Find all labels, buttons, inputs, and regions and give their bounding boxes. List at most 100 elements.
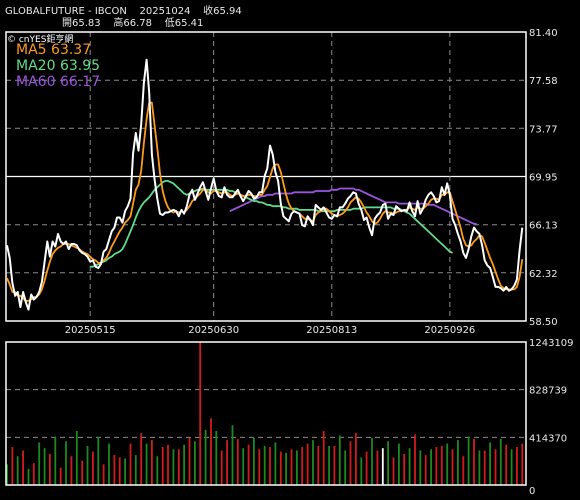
y-tick-label: 69.95	[529, 173, 558, 184]
volume-bar	[414, 434, 416, 485]
volume-bar	[16, 456, 19, 485]
volume-bar	[145, 443, 148, 485]
volume-bar	[269, 447, 271, 485]
volume-bar	[102, 464, 105, 485]
open-price: 開65.83	[62, 18, 101, 29]
volume-bar	[457, 440, 459, 485]
volume-bar	[177, 449, 180, 485]
volume-bar	[483, 450, 486, 485]
volume-bar	[210, 418, 212, 485]
volume-bar	[328, 445, 330, 485]
volume-bar	[473, 439, 475, 485]
volume-bar	[183, 444, 185, 485]
volume-bar	[97, 436, 100, 485]
close-price: 收65.94	[203, 6, 242, 17]
x-tick-label: 20250515	[65, 325, 116, 336]
volume-bar	[355, 433, 357, 485]
volume-bar	[81, 460, 84, 485]
volume-bar	[279, 451, 282, 485]
volume-bar	[296, 450, 298, 485]
low-price: 低65.41	[164, 18, 204, 29]
volume-bar	[521, 443, 524, 485]
legend-ma20: MA20 63.95	[16, 58, 100, 74]
volume-bar	[247, 444, 250, 485]
volume-tick-label: 414370	[529, 433, 567, 444]
legend-ma60: MA60 66.17	[16, 74, 100, 90]
volume-bar	[65, 441, 67, 485]
volume-bar	[376, 450, 379, 485]
volume-bar	[274, 442, 277, 485]
volume-bar	[11, 447, 14, 485]
x-tick-label: 20250926	[424, 325, 475, 336]
volume-bar	[236, 439, 239, 485]
legend-ma20-name: MA20	[16, 58, 56, 74]
volume-bar	[424, 455, 427, 485]
legend-ma60-value: 66.17	[59, 74, 101, 90]
volume-bar	[306, 443, 309, 485]
y-tick-label: 73.77	[529, 124, 558, 135]
y-tick-label: 62.32	[529, 269, 558, 280]
series-line-ma5	[6, 101, 524, 302]
volume-bar	[381, 448, 384, 485]
volume-bar	[322, 430, 325, 485]
volume-bar	[199, 342, 202, 485]
volume-bar	[451, 449, 454, 485]
volume-bar	[129, 443, 132, 485]
volume-bar	[194, 441, 196, 485]
y-tick-label: 58.50	[529, 317, 558, 328]
volume-bar	[92, 451, 94, 485]
legend-ma5-value: 63.37	[51, 42, 92, 58]
volume-bar	[499, 439, 502, 485]
x-tick-label: 20250630	[188, 325, 239, 336]
y-tick-label: 81.40	[529, 28, 558, 39]
volume-bar	[220, 450, 223, 485]
header-line-2: 開65.83 高66.78 低65.41	[62, 14, 203, 29]
volume-bar	[478, 450, 481, 485]
volume-bar	[167, 444, 169, 485]
volume-bar	[440, 445, 443, 485]
volume-bar	[462, 456, 465, 485]
volume-bar	[349, 441, 352, 485]
volume-bar	[430, 449, 432, 485]
volume-bar	[172, 449, 175, 485]
volume-bar	[338, 435, 341, 485]
volume-panel: 1243109 828739 414370 0	[5, 338, 574, 497]
volume-bar	[408, 448, 411, 485]
volume-bar	[516, 447, 518, 485]
volume-bar	[27, 468, 30, 485]
volume-bar	[151, 440, 153, 485]
volume-bar	[446, 443, 449, 485]
volume-tick-label: 0	[529, 486, 535, 497]
series-line-price	[6, 58, 524, 311]
volume-bar	[505, 444, 508, 485]
volume-bar	[32, 463, 35, 485]
volume-bar	[22, 450, 24, 485]
legend-ma20-value: 63.95	[59, 58, 101, 74]
volume-bar	[226, 440, 228, 485]
x-tick-label: 20250813	[306, 325, 357, 336]
volume-bar	[387, 441, 389, 485]
volume-bar	[263, 445, 266, 485]
volume-bar	[140, 433, 143, 485]
volume-bar	[242, 448, 245, 485]
volume-tick-label: 828739	[529, 386, 567, 397]
volume-bar	[49, 453, 51, 485]
volume-bar	[312, 440, 314, 485]
volume-bar	[204, 429, 207, 485]
volume-bar	[403, 453, 406, 485]
volume-bar	[344, 450, 347, 485]
volume-bar	[108, 443, 110, 485]
volume-bar	[290, 449, 293, 485]
volume-bar	[188, 437, 191, 485]
volume-bar	[301, 447, 304, 485]
volume-bar	[231, 425, 234, 485]
legend-ma60-name: MA60	[16, 74, 56, 90]
volume-bar	[371, 437, 373, 485]
volume-bar	[54, 436, 57, 485]
volume-bar	[258, 449, 261, 485]
y-tick-label: 66.13	[529, 221, 558, 232]
volume-bar	[285, 452, 287, 485]
volume-bar	[365, 451, 368, 485]
volume-bar	[419, 450, 422, 485]
volume-tick-label: 1243109	[529, 338, 574, 349]
